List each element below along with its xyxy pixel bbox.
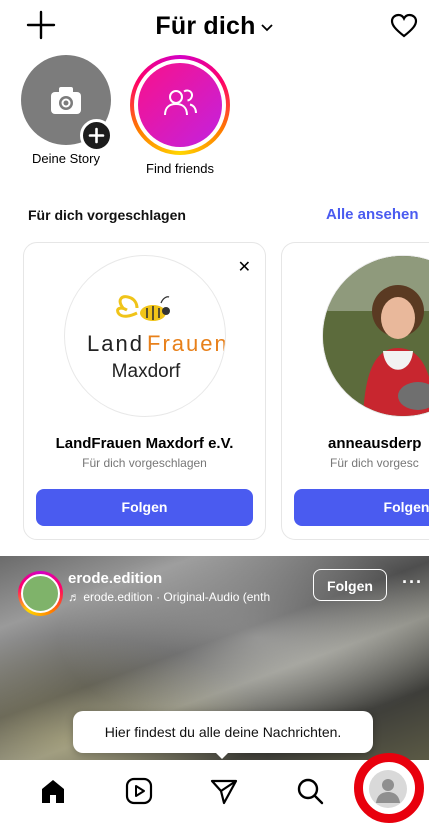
- people-icon: [164, 89, 197, 116]
- page-title[interactable]: Für dich: [155, 12, 255, 40]
- more-icon[interactable]: ···: [402, 572, 423, 593]
- story-ring[interactable]: [130, 55, 230, 155]
- follow-button[interactable]: Folgen: [294, 489, 429, 526]
- suggestion-card[interactable]: anneausderp Für dich vorgesc Folgen: [281, 242, 429, 540]
- suggestion-name: anneausderp: [328, 435, 422, 452]
- logo-text-frauen: Frauen: [147, 331, 226, 356]
- person-photo: [323, 256, 429, 416]
- suggestion-subtitle: Für dich vorgesc: [330, 456, 419, 470]
- send-icon[interactable]: [209, 776, 239, 806]
- story-find-friends[interactable]: Find friends: [130, 55, 230, 176]
- audio-label: erode.edition · Original-Audio (enth: [83, 590, 271, 604]
- feed-switcher[interactable]: Für dich: [0, 12, 429, 41]
- avatar[interactable]: [18, 571, 63, 616]
- suggestion-name: LandFrauen Maxdorf e.V.: [55, 435, 234, 452]
- logo-text-place: Maxdorf: [112, 361, 181, 382]
- follow-button[interactable]: Folgen: [36, 489, 253, 526]
- follow-button-label: Folgen: [383, 499, 429, 515]
- plus-icon: [88, 127, 105, 144]
- music-note-icon: ♬: [68, 590, 80, 604]
- reel-audio[interactable]: ♬ erode.edition · Original-Audio (enth: [68, 590, 270, 604]
- suggestions-heading: Für dich vorgeschlagen: [28, 207, 186, 223]
- top-bar: Für dich: [0, 0, 429, 56]
- tooltip-arrow: [213, 750, 231, 759]
- suggestion-card[interactable]: ✕ Land Frauen Maxdorf LandFrauen Maxdorf…: [23, 242, 266, 540]
- avatar[interactable]: [322, 255, 429, 417]
- see-all-link[interactable]: Alle ansehen: [326, 206, 419, 223]
- profile-icon[interactable]: [369, 770, 407, 808]
- messages-tooltip[interactable]: Hier findest du alle deine Nachrichten.: [73, 711, 373, 753]
- logo-text-land: Land: [87, 331, 144, 356]
- avatar[interactable]: Land Frauen Maxdorf: [64, 255, 226, 417]
- home-icon[interactable]: [38, 776, 68, 806]
- suggestion-subtitle: Für dich vorgeschlagen: [82, 456, 207, 470]
- chevron-down-icon[interactable]: [260, 23, 274, 33]
- story-label: Find friends: [146, 161, 214, 176]
- heart-icon[interactable]: [390, 12, 418, 40]
- reel-username[interactable]: erode.edition: [68, 570, 162, 587]
- landfrauen-logo: Land Frauen Maxdorf: [87, 295, 226, 382]
- reels-icon[interactable]: [124, 776, 154, 806]
- close-icon[interactable]: ✕: [238, 257, 251, 277]
- search-icon[interactable]: [295, 776, 325, 806]
- story-label: Deine Story: [32, 151, 100, 166]
- add-story-button[interactable]: [80, 119, 113, 152]
- avatar: [376, 779, 400, 803]
- follow-button[interactable]: Folgen: [313, 569, 387, 601]
